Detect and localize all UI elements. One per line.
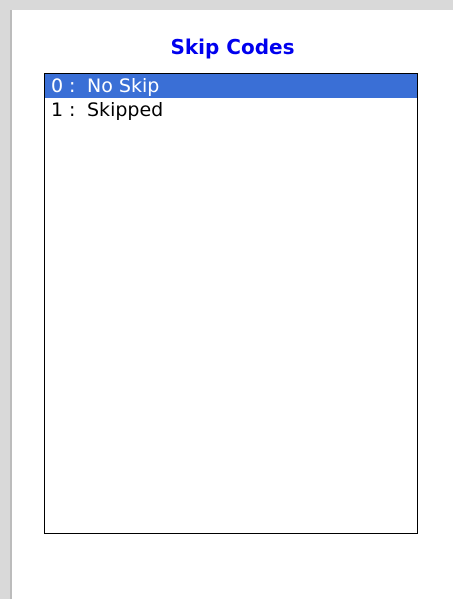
window-left-rule [10, 10, 12, 599]
list-item-code: 1 [51, 99, 64, 121]
list-item-separator: : [69, 75, 76, 97]
list-item-skipped[interactable]: 1 : Skipped [45, 98, 417, 122]
window-top-frame [0, 0, 453, 10]
list-item-code: 0 [51, 75, 64, 97]
list-item-label: No Skip [87, 75, 160, 97]
list-item-label: Skipped [87, 99, 164, 121]
skip-codes-list[interactable]: 0 : No Skip 1 : Skipped [44, 73, 418, 534]
list-item-separator: : [69, 99, 76, 121]
window-left-frame [0, 0, 10, 599]
page-title: Skip Codes [170, 35, 295, 59]
list-item-no-skip[interactable]: 0 : No Skip [45, 74, 417, 98]
